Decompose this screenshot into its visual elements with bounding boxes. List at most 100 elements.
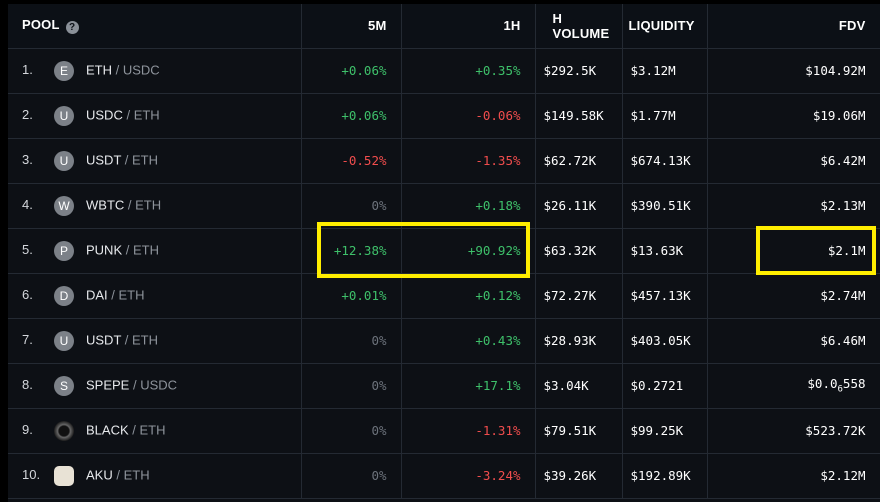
liquidity-value: $403.05K [630, 333, 691, 348]
row-index: 4. [22, 196, 33, 212]
fdv-value: $104.92M [805, 63, 866, 78]
liquidity-cell: $390.51K [622, 183, 708, 229]
volume-cell: $62.72K [535, 138, 623, 184]
liquidity-cell: $0.2721 [622, 363, 708, 409]
quote-token: ETH [118, 286, 145, 302]
pools-table-container: POOL? 5M 1H H VOLUME LIQUIDITY FDV 1. E ET… [8, 4, 880, 502]
column-header-pool[interactable]: POOL? [8, 4, 302, 49]
change-5m-value: +0.06% [341, 63, 387, 78]
volume-value: $292.5K [543, 63, 597, 78]
table-row[interactable]: 8. S SPEPE / USDC 0% +17.1% $3.04K $0.2721… [8, 363, 880, 409]
change-1h-value: +17.1% [475, 378, 521, 393]
change-1h-value: -3.24% [475, 468, 521, 483]
volume-header-label: H VOLUME [552, 10, 610, 41]
liquidity-value: $1.77M [630, 108, 676, 123]
quote-token: USDC [122, 61, 160, 77]
volume-value: $72.27K [543, 288, 597, 303]
liquidity-value: $3.12M [630, 63, 676, 78]
volume-cell: $292.5K [535, 48, 623, 94]
base-token: DAI [86, 286, 108, 302]
column-header-fdv[interactable]: FDV [707, 4, 880, 49]
change-5m-cell: 0% [301, 363, 402, 409]
liquidity-cell: $3.12M [622, 48, 708, 94]
change-1h-cell: -3.24% [401, 453, 536, 499]
fdv-value: $2.13M [820, 198, 866, 213]
column-header-volume[interactable]: H VOLUME [535, 4, 623, 49]
volume-cell: $26.11K [535, 183, 623, 229]
change-1h-cell: -1.31% [401, 408, 536, 454]
table-row[interactable]: 2. U USDC / ETH +0.06% -0.06% $149.58K $1.… [8, 93, 880, 139]
fdv-value: $6.42M [820, 153, 866, 168]
pool-cell[interactable]: 2. U USDC / ETH [8, 93, 302, 139]
row-index: 6. [22, 286, 33, 302]
pool-cell[interactable]: 5. P PUNK / ETH [8, 228, 302, 274]
pool-cell[interactable]: 6. D DAI / ETH [8, 273, 302, 319]
fdv-value: $19.06M [812, 108, 866, 123]
change-5m-cell: 0% [301, 318, 402, 364]
base-token: AKU [86, 466, 113, 482]
table-row[interactable]: 9. BLACK / ETH 0% -1.31% $79.51K $99.25K … [8, 408, 880, 454]
column-header-liquidity[interactable]: LIQUIDITY [622, 4, 708, 49]
pair-separator: / [121, 151, 132, 167]
change-5m-value: +0.01% [341, 288, 387, 303]
fdv-value: $6.46M [820, 333, 866, 348]
change-1h-cell: +0.18% [401, 183, 536, 229]
liquidity-value: $674.13K [630, 153, 691, 168]
volume-cell: $79.51K [535, 408, 623, 454]
pool-cell[interactable]: 8. S SPEPE / USDC [8, 363, 302, 409]
change-1h-cell: -0.06% [401, 93, 536, 139]
quote-token: ETH [132, 241, 159, 257]
volume-cell: $63.32K [535, 228, 623, 274]
row-index: 10. [22, 466, 41, 482]
volume-cell: $28.93K [535, 318, 623, 364]
table-row[interactable]: 5. P PUNK / ETH +12.38% +90.92% $63.32K $1… [8, 228, 880, 274]
liquidity-value: $192.89K [630, 468, 691, 483]
liquidity-cell: $674.13K [622, 138, 708, 184]
column-header-5m[interactable]: 5M [301, 4, 402, 49]
table-row[interactable]: 7. U USDT / ETH 0% +0.43% $28.93K $403.05K… [8, 318, 880, 364]
row-index: 5. [22, 241, 33, 257]
change-1h-value: -0.06% [475, 108, 521, 123]
5m-header-label: 5M [368, 18, 387, 34]
change-1h-value: +0.43% [475, 333, 521, 348]
column-header-1h[interactable]: 1H [401, 4, 536, 49]
pair-separator: / [112, 466, 124, 482]
table-row[interactable]: 1. E ETH / USDC +0.06% +0.35% $292.5K $3.1… [8, 48, 880, 94]
volume-value: $39.26K [543, 468, 597, 483]
pair-separator: / [128, 421, 140, 437]
table-row[interactable]: 6. D DAI / ETH +0.01% +0.12% $72.27K $457.… [8, 273, 880, 319]
row-index: 7. [22, 331, 33, 347]
change-5m-cell: 0% [301, 453, 402, 499]
change-1h-value: +0.12% [475, 288, 521, 303]
liquidity-value: $457.13K [630, 288, 691, 303]
change-5m-value: 0% [371, 333, 387, 348]
fdv-cell: $104.92M [707, 48, 880, 94]
fdv-cell: $2.13M [707, 183, 880, 229]
change-1h-cell: +0.35% [401, 48, 536, 94]
row-index: 1. [22, 61, 33, 77]
pool-cell[interactable]: 7. U USDT / ETH [8, 318, 302, 364]
change-1h-cell: +90.92% [401, 228, 536, 274]
pool-cell[interactable]: 1. E ETH / USDC [8, 48, 302, 94]
liquidity-value: $390.51K [630, 198, 691, 213]
pool-cell[interactable]: 9. BLACK / ETH [8, 408, 302, 454]
pair-separator: / [129, 376, 141, 392]
change-5m-value: 0% [371, 198, 387, 213]
table-row[interactable]: 10. AKU / ETH 0% -3.24% $39.26K $192.89K … [8, 453, 880, 499]
volume-value: $26.11K [543, 198, 597, 213]
pool-cell[interactable]: 10. AKU / ETH [8, 453, 302, 499]
change-5m-cell: +0.06% [301, 48, 402, 94]
table-row[interactable]: 4. W WBTC / ETH 0% +0.18% $26.11K $390.51K… [8, 183, 880, 229]
change-5m-cell: -0.52% [301, 138, 402, 184]
pool-cell[interactable]: 3. U USDT / ETH [8, 138, 302, 184]
token-icon: E [54, 60, 74, 81]
change-1h-cell: -1.35% [401, 138, 536, 184]
table-row[interactable]: 3. U USDT / ETH -0.52% -1.35% $62.72K $674… [8, 138, 880, 184]
liquidity-cell: $1.77M [622, 93, 708, 139]
fdv-value: $0.06558 [807, 376, 866, 395]
change-5m-value: 0% [371, 468, 387, 483]
liquidity-cell: $457.13K [622, 273, 708, 319]
token-icon: U [54, 105, 74, 126]
help-icon[interactable]: ? [65, 21, 79, 35]
pool-cell[interactable]: 4. W WBTC / ETH [8, 183, 302, 229]
